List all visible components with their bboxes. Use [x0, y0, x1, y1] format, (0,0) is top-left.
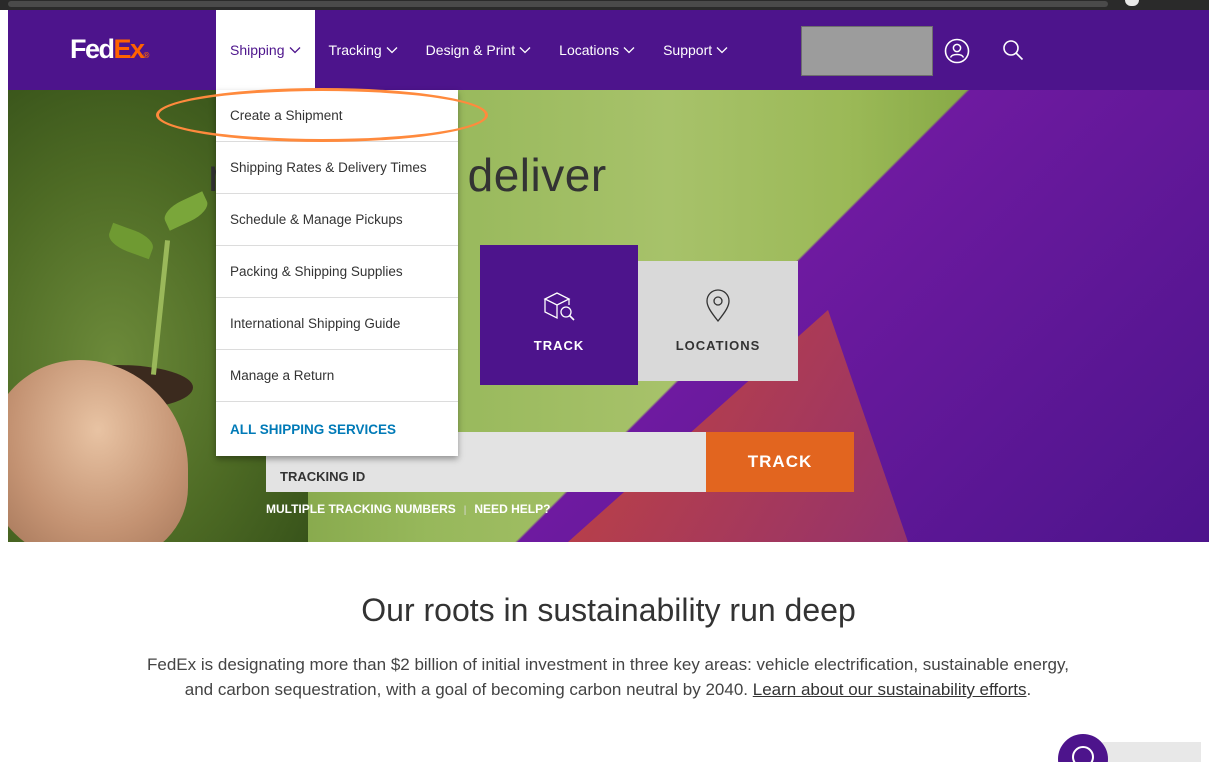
- track-button[interactable]: TRACK: [706, 432, 854, 492]
- menu-item-create-shipment[interactable]: Create a Shipment: [216, 90, 458, 142]
- chevron-down-icon: [716, 46, 728, 54]
- menu-item-schedule-pickups[interactable]: Schedule & Manage Pickups: [216, 194, 458, 246]
- main-nav: Shipping Tracking Design & Print Locatio…: [216, 10, 742, 90]
- chevron-down-icon: [386, 46, 398, 54]
- nav-locations-label: Locations: [559, 42, 620, 58]
- fedex-logo[interactable]: FedEx®: [70, 34, 149, 65]
- chevron-down-icon: [519, 46, 531, 54]
- tracking-links: MULTIPLE TRACKING NUMBERS | NEED HELP?: [266, 502, 550, 516]
- shipping-dropdown-menu: Create a Shipment Shipping Rates & Deliv…: [216, 90, 458, 456]
- nav-support-label: Support: [663, 42, 713, 58]
- user-circle-icon[interactable]: [944, 38, 970, 64]
- site-header: FedEx® Shipping Tracking Design & Print …: [8, 10, 1209, 90]
- logo-ex: Ex: [113, 34, 146, 64]
- menu-item-all-shipping-services[interactable]: ALL SHIPPING SERVICES: [216, 402, 458, 456]
- menu-item-manage-return[interactable]: Manage a Return: [216, 350, 458, 402]
- nav-tracking[interactable]: Tracking: [315, 10, 412, 90]
- multiple-tracking-numbers-link[interactable]: MULTIPLE TRACKING NUMBERS: [266, 502, 456, 516]
- browser-tab-strip: [8, 1, 1108, 7]
- track-tile-label: TRACK: [533, 338, 585, 353]
- sustainability-title: Our roots in sustainability run deep: [361, 592, 856, 628]
- nav-locations[interactable]: Locations: [545, 10, 649, 90]
- map-pin-icon: [700, 288, 736, 324]
- menu-item-packing-supplies[interactable]: Packing & Shipping Supplies: [216, 246, 458, 298]
- redacted-region: [801, 26, 933, 76]
- logo-fed: Fed: [70, 34, 115, 64]
- link-separator: |: [463, 505, 467, 516]
- logo-registered: ®: [143, 51, 150, 60]
- menu-item-international-guide[interactable]: International Shipping Guide: [216, 298, 458, 350]
- browser-indicator: [1125, 0, 1139, 6]
- hero-banner: nage, track, deliver TRACK: [8, 90, 1209, 542]
- sustainability-section: Our roots in sustainability run deep Fed…: [8, 542, 1209, 762]
- chat-icon-inner: [1072, 746, 1094, 762]
- nav-support[interactable]: Support: [649, 10, 742, 90]
- nav-design-print-label: Design & Print: [425, 42, 516, 58]
- nav-tracking-label: Tracking: [328, 42, 382, 58]
- menu-item-rates-delivery-times[interactable]: Shipping Rates & Delivery Times: [216, 142, 458, 194]
- sustainability-body: FedEx is designating more than $2 billio…: [138, 652, 1078, 702]
- nav-shipping[interactable]: Shipping: [216, 10, 315, 90]
- locations-tile[interactable]: LOCATIONS: [638, 261, 798, 381]
- box-magnifier-icon: [541, 288, 577, 324]
- locations-tile-label: LOCATIONS: [675, 338, 761, 353]
- chevron-down-icon: [289, 46, 301, 54]
- nav-shipping-label: Shipping: [230, 42, 285, 58]
- chevron-down-icon: [623, 46, 635, 54]
- need-help-link[interactable]: NEED HELP?: [474, 502, 550, 516]
- page: FedEx® Shipping Tracking Design & Print …: [8, 10, 1209, 762]
- browser-top-bar: [0, 0, 1209, 10]
- nav-design-print[interactable]: Design & Print: [412, 10, 545, 90]
- sustainability-period: .: [1026, 680, 1032, 699]
- track-tile[interactable]: TRACK: [480, 245, 638, 385]
- sustainability-link[interactable]: Learn about our sustainability efforts: [753, 680, 1027, 699]
- chat-tab[interactable]: [1100, 742, 1201, 762]
- search-icon[interactable]: [1001, 38, 1025, 62]
